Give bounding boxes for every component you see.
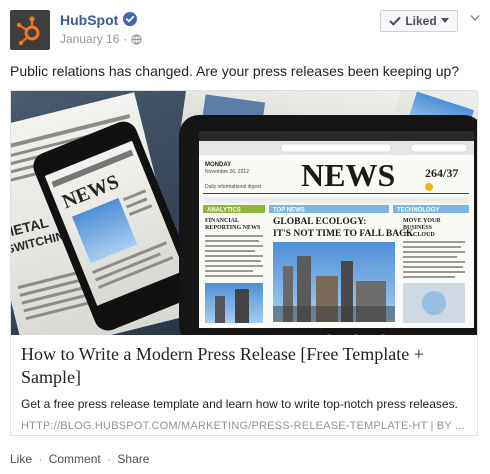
hubspot-logo-icon: [16, 16, 40, 46]
globe-icon[interactable]: [131, 33, 143, 45]
page-name-link[interactable]: HubSpot: [60, 12, 118, 28]
link-preview-card[interactable]: METAL SWITCHING NEWS NEWS: [10, 90, 478, 436]
action-separator: ·: [38, 452, 43, 466]
link-title[interactable]: How to Write a Modern Press Release [Fre…: [21, 343, 471, 389]
svg-text:November 26, 2012: November 26, 2012: [205, 169, 249, 175]
link-byline: BY ...: [436, 420, 465, 432]
post-message: Public relations has changed. Are your p…: [10, 63, 460, 79]
action-separator: ·: [107, 452, 112, 466]
liked-label: Liked: [405, 14, 437, 28]
svg-text:FINANCIAL: FINANCIAL: [205, 218, 239, 224]
link-separator: |: [430, 420, 434, 432]
svg-text:TECHNOLOGY: TECHNOLOGY: [397, 208, 439, 214]
svg-text:TOP NEWS: TOP NEWS: [273, 208, 305, 214]
link-domain: HTTP://BLOG.HUBSPOT.COM/MARKETING/PRESS-…: [21, 420, 428, 432]
svg-text:Daily informational digest: Daily informational digest: [205, 184, 261, 190]
news-masthead-text: NEWS: [301, 157, 395, 193]
link-preview-image[interactable]: METAL SWITCHING NEWS NEWS: [11, 91, 477, 335]
post-options-chevron-icon[interactable]: [470, 14, 480, 22]
meta-separator: ·: [123, 32, 128, 46]
link-description: Get a free press release template and le…: [21, 397, 458, 411]
share-link[interactable]: Share: [117, 452, 149, 466]
liked-button[interactable]: Liked: [380, 10, 458, 32]
svg-text:BUSINESS: BUSINESS: [403, 225, 433, 231]
svg-text:ANALYTICS: ANALYTICS: [207, 208, 241, 214]
svg-text:REPORTING NEWS: REPORTING NEWS: [205, 225, 261, 231]
svg-text:MOVE YOUR: MOVE YOUR: [403, 218, 441, 224]
newspaper-tablet-illustration: METAL SWITCHING NEWS NEWS: [11, 91, 477, 335]
like-link[interactable]: Like: [10, 452, 32, 466]
page-avatar[interactable]: [10, 10, 50, 50]
svg-text:TO CLOUD: TO CLOUD: [403, 232, 435, 238]
post-date-link[interactable]: January 16: [60, 32, 119, 46]
facebook-post: HubSpot January 16 · Liked Public relati…: [0, 0, 490, 474]
post-meta: January 16 ·: [60, 32, 143, 46]
svg-text:GLOBAL ECOLOGY:: GLOBAL ECOLOGY:: [273, 217, 366, 227]
post-actions: Like · Comment · Share: [10, 452, 149, 466]
svg-text:264/37: 264/37: [425, 166, 458, 180]
svg-text:IT'S NOT TIME TO FALL BACK: IT'S NOT TIME TO FALL BACK: [273, 229, 414, 239]
checkmark-icon: [389, 16, 402, 26]
verified-badge-icon: [123, 12, 137, 26]
link-url: HTTP://BLOG.HUBSPOT.COM/MARKETING/PRESS-…: [21, 420, 471, 432]
comment-link[interactable]: Comment: [49, 452, 101, 466]
svg-text:MONDAY: MONDAY: [205, 162, 231, 168]
caret-down-icon: [440, 18, 449, 23]
